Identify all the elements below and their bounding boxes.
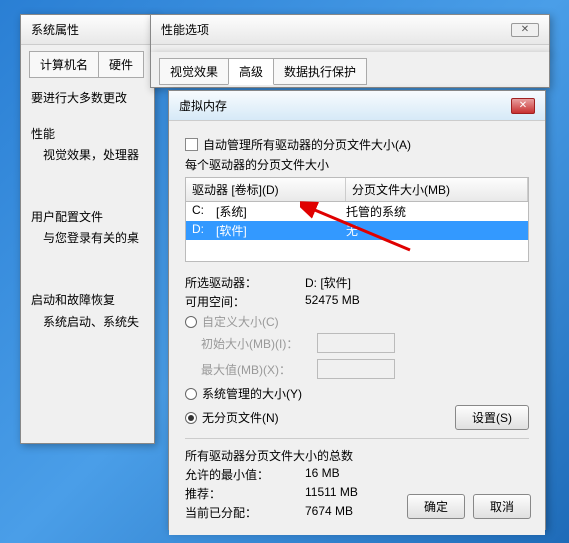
cur-value: 7674 MB xyxy=(305,504,353,521)
total-heading: 所有驱动器分页文件大小的总数 xyxy=(185,447,529,464)
dialog-title: 性能选项 xyxy=(161,21,209,38)
custom-size-row: 自定义大小(C) xyxy=(185,313,529,330)
max-size-label: 最大值(MB)(X)： xyxy=(201,361,317,378)
system-managed-row: 系统管理的大小(Y) xyxy=(185,385,529,402)
system-managed-radio[interactable] xyxy=(185,388,197,400)
selected-drive-label: 所选驱动器： xyxy=(185,274,305,291)
ok-button[interactable]: 确定 xyxy=(407,494,465,519)
perf-heading: 性能 xyxy=(31,124,144,146)
min-row: 允许的最小值： 16 MB xyxy=(185,466,529,483)
tab-visual-effects[interactable]: 视觉效果 xyxy=(159,58,229,85)
tab-dep[interactable]: 数据执行保护 xyxy=(273,58,367,85)
drive-letter: C: xyxy=(192,203,216,220)
drive-letter: D: xyxy=(192,222,216,239)
table-row[interactable]: D: [软件] 无 xyxy=(186,221,528,240)
available-space-row: 可用空间： 52475 MB xyxy=(185,293,529,310)
set-button[interactable]: 设置(S) xyxy=(455,405,529,430)
tabs: 计算机名 硬件 xyxy=(21,45,154,78)
table-row[interactable]: C: [系统] 托管的系统 xyxy=(186,202,528,221)
tab-computer-name[interactable]: 计算机名 xyxy=(29,51,99,78)
max-size-row: 最大值(MB)(X)： xyxy=(201,359,529,379)
dialog-title: 虚拟内存 xyxy=(179,97,227,114)
user-heading: 用户配置文件 xyxy=(31,207,144,229)
dialog-body: 要进行大多数更改 性能 视觉效果，处理器 用户配置文件 与您登录有关的桌 启动和… xyxy=(21,78,154,343)
dialog-footer: 确定 取消 xyxy=(407,494,531,519)
perf-sub: 视觉效果，处理器 xyxy=(43,145,144,167)
initial-size-input xyxy=(317,333,395,353)
system-properties-dialog: 系统属性 计算机名 硬件 要进行大多数更改 性能 视觉效果，处理器 用户配置文件… xyxy=(20,14,155,444)
col-size: 分页文件大小(MB) xyxy=(346,178,528,201)
min-label: 允许的最小值： xyxy=(185,466,305,483)
dialog-body: 自动管理所有驱动器的分页文件大小(A) 每个驱动器的分页文件大小 驱动器 [卷标… xyxy=(169,121,545,535)
virtual-memory-dialog: 虚拟内存 ✕ 自动管理所有驱动器的分页文件大小(A) 每个驱动器的分页文件大小 … xyxy=(168,90,546,530)
drive-grid-header: 驱动器 [卷标](D) 分页文件大小(MB) xyxy=(185,177,529,202)
performance-tabs-area: 视觉效果 高级 数据执行保护 xyxy=(150,52,550,88)
startup-sub: 系统启动、系统失 xyxy=(43,312,144,334)
max-size-input xyxy=(317,359,395,379)
drive-value: 无 xyxy=(346,222,522,239)
dialog-title: 系统属性 xyxy=(31,21,79,38)
tab-advanced[interactable]: 高级 xyxy=(228,58,274,85)
system-managed-label: 系统管理的大小(Y) xyxy=(202,385,302,402)
drive-value: 托管的系统 xyxy=(346,203,522,220)
selected-drive-value: D: [软件] xyxy=(305,274,351,291)
close-icon[interactable]: ✕ xyxy=(511,23,539,37)
drive-label: [软件] xyxy=(216,222,346,239)
no-paging-row: 无分页文件(N) 设置(S) xyxy=(185,405,529,430)
dialog-title-bar[interactable]: 虚拟内存 ✕ xyxy=(169,91,545,121)
initial-size-label: 初始大小(MB)(I)： xyxy=(201,335,317,352)
each-drive-label: 每个驱动器的分页文件大小 xyxy=(185,156,529,173)
auto-manage-label: 自动管理所有驱动器的分页文件大小(A) xyxy=(203,136,411,153)
selected-drive-row: 所选驱动器： D: [软件] xyxy=(185,274,529,291)
auto-manage-row: 自动管理所有驱动器的分页文件大小(A) xyxy=(185,136,529,153)
divider xyxy=(185,438,529,439)
custom-size-radio[interactable] xyxy=(185,316,197,328)
no-paging-label: 无分页文件(N) xyxy=(202,409,279,426)
drive-grid[interactable]: C: [系统] 托管的系统 D: [软件] 无 xyxy=(185,202,529,262)
tabs: 视觉效果 高级 数据执行保护 xyxy=(151,52,549,85)
close-icon[interactable]: ✕ xyxy=(511,98,535,114)
cancel-button[interactable]: 取消 xyxy=(473,494,531,519)
available-value: 52475 MB xyxy=(305,293,360,310)
intro-text: 要进行大多数更改 xyxy=(31,88,144,110)
dialog-title-bar: 系统属性 xyxy=(21,15,154,45)
performance-options-dialog: 性能选项 ✕ xyxy=(150,14,550,54)
tab-hardware[interactable]: 硬件 xyxy=(98,51,144,78)
startup-heading: 启动和故障恢复 xyxy=(31,290,144,312)
dialog-title-bar: 性能选项 ✕ xyxy=(151,15,549,45)
user-sub: 与您登录有关的桌 xyxy=(43,228,144,250)
drive-label: [系统] xyxy=(216,203,346,220)
col-drive: 驱动器 [卷标](D) xyxy=(186,178,346,201)
rec-value: 11511 MB xyxy=(305,485,358,502)
cur-label: 当前已分配： xyxy=(185,504,305,521)
min-value: 16 MB xyxy=(305,466,340,483)
custom-size-label: 自定义大小(C) xyxy=(202,313,279,330)
no-paging-radio[interactable] xyxy=(185,412,197,424)
available-label: 可用空间： xyxy=(185,293,305,310)
rec-label: 推荐： xyxy=(185,485,305,502)
initial-size-row: 初始大小(MB)(I)： xyxy=(201,333,529,353)
auto-manage-checkbox[interactable] xyxy=(185,138,198,151)
